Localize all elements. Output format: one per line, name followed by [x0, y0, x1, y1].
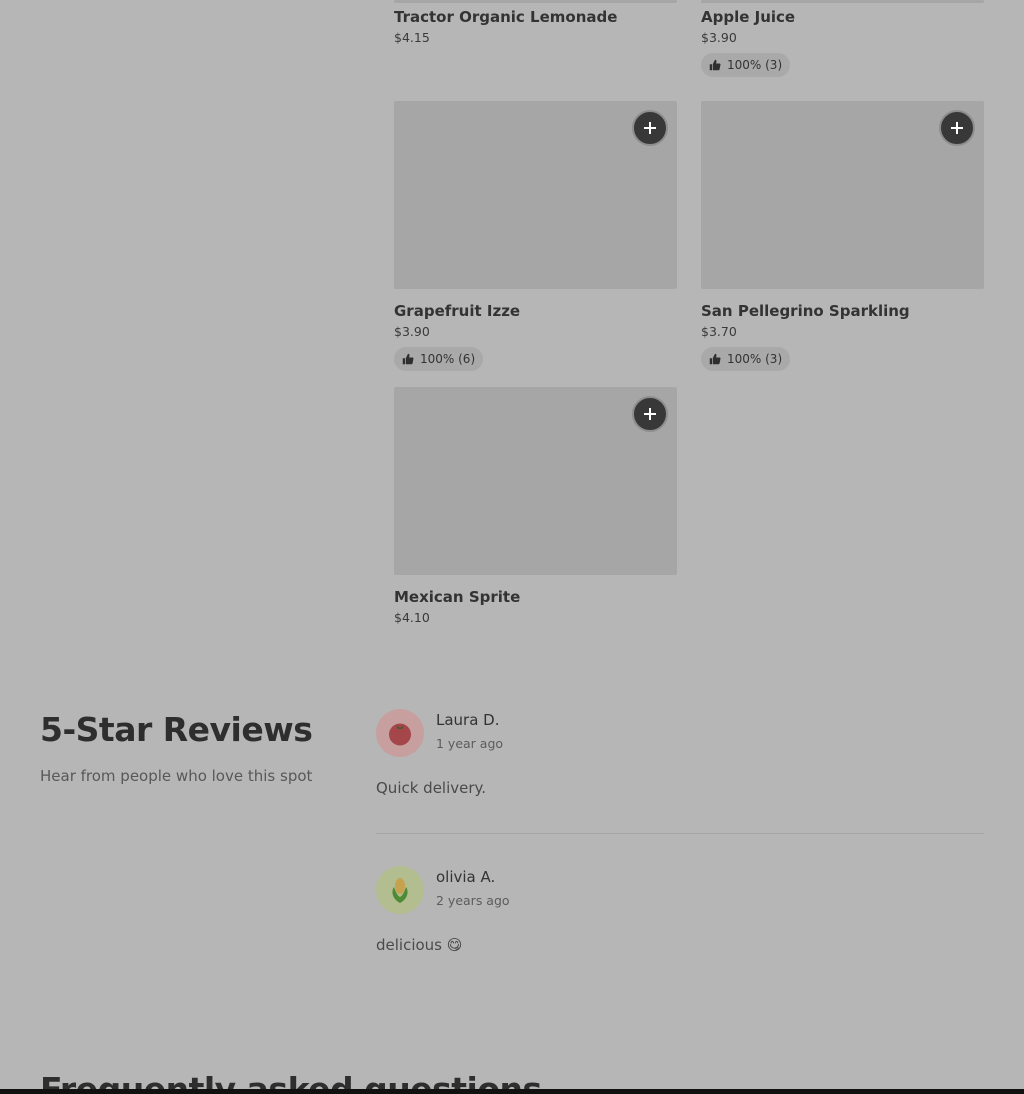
product-price: $3.90	[394, 324, 430, 339]
product-name[interactable]: Grapefruit Izze	[394, 301, 677, 321]
thumbs-up-icon	[709, 353, 721, 365]
review-time: 2 years ago	[436, 893, 510, 908]
product-image[interactable]	[394, 387, 677, 575]
plus-icon	[644, 122, 656, 134]
rating-text: 100% (6)	[420, 352, 476, 366]
add-to-cart-button[interactable]	[939, 110, 975, 146]
thumbs-up-icon	[709, 59, 721, 71]
reviews-heading: 5-Star Reviews	[40, 710, 313, 749]
rating-text: 100% (3)	[727, 352, 783, 366]
bottom-bar	[0, 1089, 1024, 1094]
product-card[interactable]: Mexican Sprite $4.10	[394, 387, 677, 626]
product-price: $3.90	[701, 30, 737, 45]
reviewer-name: Laura D.	[436, 711, 500, 729]
review-text: delicious 😋	[376, 936, 463, 954]
product-card[interactable]: Tractor Organic Lemonade $4.15	[394, 0, 677, 46]
product-image[interactable]	[394, 101, 677, 289]
product-name[interactable]: Tractor Organic Lemonade	[394, 7, 677, 27]
store-page: Tractor Organic Lemonade $4.15 Apple Jui…	[0, 0, 1024, 1094]
reviewer-name: olivia A.	[436, 868, 496, 886]
product-price: $4.15	[394, 30, 430, 45]
product-image[interactable]	[394, 0, 677, 3]
tomato-icon	[389, 723, 411, 746]
product-price: $4.10	[394, 610, 430, 625]
plus-icon	[951, 122, 963, 134]
review-text: Quick delivery.	[376, 779, 487, 797]
product-card[interactable]: San Pellegrino Sparkling $3.70 100% (3)	[701, 101, 984, 371]
product-image[interactable]	[701, 101, 984, 289]
product-name[interactable]: Mexican Sprite	[394, 587, 677, 607]
add-to-cart-button[interactable]	[632, 396, 668, 432]
product-name[interactable]: San Pellegrino Sparkling	[701, 301, 984, 321]
rating-text: 100% (3)	[727, 58, 783, 72]
product-card[interactable]: Grapefruit Izze $3.90 100% (6)	[394, 101, 677, 371]
avatar	[376, 866, 424, 914]
product-name[interactable]: Apple Juice	[701, 7, 984, 27]
corn-icon	[392, 878, 408, 903]
product-image[interactable]	[701, 0, 984, 3]
rating-badge: 100% (6)	[394, 347, 484, 371]
avatar	[376, 709, 424, 757]
review-time: 1 year ago	[436, 736, 504, 751]
product-price: $3.70	[701, 324, 737, 339]
plus-icon	[644, 408, 656, 420]
thumbs-up-icon	[402, 353, 414, 365]
rating-badge: 100% (3)	[701, 53, 791, 77]
add-to-cart-button[interactable]	[632, 110, 668, 146]
reviews-subtitle: Hear from people who love this spot	[40, 767, 313, 785]
review-divider	[376, 833, 984, 834]
rating-badge: 100% (3)	[701, 347, 791, 371]
product-card[interactable]: Apple Juice $3.90 100% (3)	[701, 0, 984, 77]
